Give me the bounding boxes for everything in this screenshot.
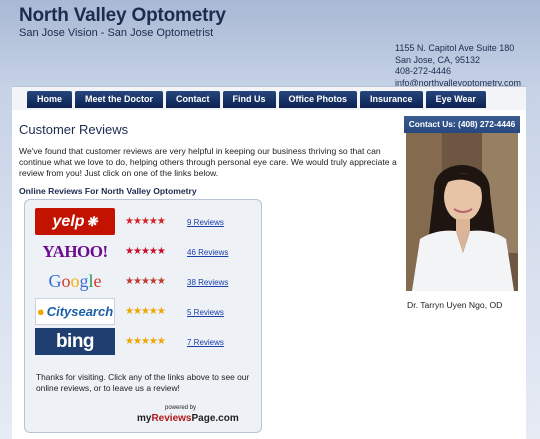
review-row-citysearch: ● Citysearch ★★★★★ 5 Reviews bbox=[35, 298, 255, 325]
star-icon: ★ bbox=[156, 276, 166, 287]
contact-banner[interactable]: Contact Us: (408) 272-4446 bbox=[404, 116, 520, 133]
nav-bar: Home Meet the Doctor Contact Find Us Off… bbox=[12, 86, 526, 110]
star-icon: ★ bbox=[148, 216, 158, 227]
bing-reviews-link[interactable]: 7 Reviews bbox=[187, 338, 224, 347]
star-icon: ★ bbox=[132, 306, 142, 317]
site-tagline: San Jose Vision - San Jose Optometrist bbox=[19, 27, 214, 39]
star-icon: ★ bbox=[156, 336, 166, 347]
star-icon: ★ bbox=[148, 276, 158, 287]
review-row-yelp: yelp ❋ ★★★★★ 9 Reviews bbox=[35, 208, 255, 235]
star-icon: ★ bbox=[140, 336, 150, 347]
star-icon: ★ bbox=[132, 276, 142, 287]
star-icon: ★ bbox=[140, 246, 150, 257]
rating-stars: ★★★★★ bbox=[125, 216, 166, 227]
review-row-bing: bing ★★★★★ 7 Reviews bbox=[35, 328, 255, 355]
nav-find-us[interactable]: Find Us bbox=[222, 91, 276, 108]
review-row-yahoo: YAHOO! ★★★★★ 46 Reviews bbox=[35, 238, 255, 265]
star-icon: ★ bbox=[132, 246, 142, 257]
nav-office-photos[interactable]: Office Photos bbox=[278, 91, 358, 108]
star-icon: ★ bbox=[140, 276, 150, 287]
star-icon: ★ bbox=[125, 336, 134, 347]
doctor-name: Dr. Tarryn Uyen Ngo, OD bbox=[407, 300, 503, 310]
myreviewspage-link[interactable]: myReviewsPage.com bbox=[137, 413, 239, 424]
yelp-logo[interactable]: yelp ❋ bbox=[35, 208, 115, 235]
rating-stars: ★★★★★ bbox=[125, 276, 166, 287]
review-row-google: Google ★★★★★ 38 Reviews bbox=[35, 268, 255, 295]
google-logo[interactable]: Google bbox=[35, 268, 115, 295]
thanks-text: Thanks for visiting. Click any of the li… bbox=[36, 372, 250, 393]
nav-insurance[interactable]: Insurance bbox=[360, 91, 423, 108]
address-city: San Jose, CA, 95132 bbox=[395, 54, 481, 65]
star-icon: ★ bbox=[132, 336, 142, 347]
citysearch-logo[interactable]: ● Citysearch bbox=[35, 298, 115, 325]
address-street: 1155 N. Capitol Ave Suite 180 bbox=[395, 43, 515, 53]
address-phone: 408-272-4446 bbox=[395, 66, 452, 76]
doctor-photo bbox=[406, 133, 518, 291]
intro-text: We've found that customer reviews are ve… bbox=[19, 146, 397, 178]
bing-logo[interactable]: bing bbox=[35, 328, 115, 355]
rating-stars: ★★★★★ bbox=[125, 246, 166, 257]
main-content: Customer Reviews We've found that custom… bbox=[12, 110, 526, 439]
citysearch-reviews-link[interactable]: 5 Reviews bbox=[187, 308, 224, 317]
star-icon: ★ bbox=[148, 306, 158, 317]
rating-stars: ★★★★★ bbox=[125, 306, 166, 317]
yahoo-reviews-link[interactable]: 46 Reviews bbox=[187, 248, 228, 257]
star-icon: ★ bbox=[125, 306, 134, 317]
star-icon: ★ bbox=[156, 216, 166, 227]
site-header: North Valley Optometry San Jose Vision -… bbox=[0, 0, 540, 89]
star-icon: ★ bbox=[125, 276, 134, 287]
star-icon: ★ bbox=[156, 306, 166, 317]
star-icon: ★ bbox=[156, 246, 166, 257]
address-block: 1155 N. Capitol Ave Suite 180 San Jose, … bbox=[395, 43, 521, 89]
nav-meet-the-doctor[interactable]: Meet the Doctor bbox=[75, 91, 164, 108]
star-icon: ★ bbox=[148, 336, 158, 347]
star-icon: ★ bbox=[132, 216, 142, 227]
star-icon: ★ bbox=[140, 216, 150, 227]
nav-eye-wear[interactable]: Eye Wear bbox=[425, 91, 486, 108]
star-icon: ★ bbox=[148, 246, 158, 257]
google-reviews-link[interactable]: 38 Reviews bbox=[187, 278, 228, 287]
reviews-heading: Online Reviews For North Valley Optometr… bbox=[19, 186, 197, 196]
nav-home[interactable]: Home bbox=[27, 91, 73, 108]
yahoo-logo[interactable]: YAHOO! bbox=[35, 238, 115, 265]
reviews-widget: yelp ❋ ★★★★★ 9 Reviews YAHOO! ★★★★★ 46 Re… bbox=[24, 199, 262, 433]
powered-by: powered by bbox=[165, 405, 197, 411]
page-title: Customer Reviews bbox=[19, 122, 129, 137]
rating-stars: ★★★★★ bbox=[125, 336, 166, 347]
site-title[interactable]: North Valley Optometry bbox=[19, 5, 226, 27]
star-icon: ★ bbox=[125, 216, 134, 227]
star-icon: ★ bbox=[140, 306, 150, 317]
yelp-reviews-link[interactable]: 9 Reviews bbox=[187, 218, 224, 227]
nav-contact[interactable]: Contact bbox=[166, 91, 220, 108]
star-icon: ★ bbox=[125, 246, 134, 257]
doctor-portrait-image bbox=[406, 133, 518, 291]
